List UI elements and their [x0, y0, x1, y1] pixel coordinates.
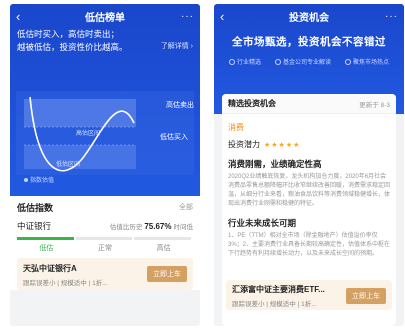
legend-label: 指数估值 [30, 178, 55, 184]
section1-title: 消费刚需，业绩确定性高 [228, 159, 322, 169]
valuation-percent: 75.67% [144, 221, 172, 231]
buy-now-button[interactable]: 立即上车 [147, 266, 187, 282]
rating-stars: ★★★★★ [264, 142, 301, 149]
valuation-level-bar [17, 237, 193, 240]
left-topbar: ‹ 低估榜单 ··· [10, 4, 200, 28]
index-row[interactable]: 中证银行 估值比历史 75.67% 时间低 [17, 218, 193, 234]
right-topbar: ‹ 投资机会 ··· [214, 4, 404, 28]
history-label: 估值比历史 [109, 224, 143, 231]
sell-high-label: 高估卖出 [166, 102, 194, 109]
feature-label: 基金公司专业解读 [282, 60, 331, 66]
feature-list: 行业精选 基金公司专业解读 聚焦市场热点 [214, 57, 404, 66]
level-normal: 正常 [98, 245, 112, 252]
opportunity-card: 精选投资机会 更新于 8-3 消费 投资潜力 ★★★★★ 消费刚需，业绩确定性高 … [222, 94, 396, 326]
more-icon[interactable]: ··· [384, 11, 398, 22]
section2-text: 1、PE（TTM）相对全市场（除金融地产）估值溢价率仅3%；2、主要消费行业具备… [228, 233, 391, 257]
bar-segment-high [134, 237, 192, 240]
level-low: 低估 [39, 245, 54, 252]
feature-label: 行业精选 [236, 60, 261, 66]
hero-line-1: 低估时买入，高估时卖出； [17, 29, 120, 39]
low-valuation-screen: ‹ 低估榜单 ··· 低估时买入，高估时卖出； 越被低估，投资性价比越高。 了解… [10, 4, 200, 326]
fund-card[interactable]: 天弘中证银行A 跟踪误差小 | 规模适中 | 1折... 立即上车 [17, 258, 193, 290]
back-arrow-icon[interactable]: ‹ [16, 9, 30, 24]
bar-segment-low [17, 237, 74, 240]
feature-item: 行业精选 [228, 57, 261, 66]
index-section-title: 低估指数 [17, 202, 54, 213]
buy-low-label: 低估买入 [160, 134, 188, 141]
page-title: 投资机会 [289, 12, 329, 24]
high-zone-label: 高估区间 [76, 131, 101, 137]
sector-tag: 消费 [228, 123, 244, 132]
investment-opportunity-screen: ‹ 投资机会 ··· 全市场甄选，投资机会不容错过 行业精选 基金公司专业解读 … [214, 4, 404, 326]
index-section-head: 低估指数 全部 [17, 196, 193, 218]
feature-icon [274, 59, 281, 66]
low-index-card: 低估指数 全部 中证银行 估值比历史 75.67% 时间低 低估 正常 高估 天… [10, 196, 200, 290]
update-time: 更新于 8-3 [359, 101, 390, 109]
feature-icon [228, 59, 235, 66]
opportunity-title: 精选投资机会 [228, 99, 276, 108]
fund-card[interactable]: 汇添富中证主要消费ETF... 跟踪误差小 | 规模适中 | 1折... 立即上… [226, 280, 392, 310]
low-zone-label: 低估区间 [56, 162, 81, 168]
valuation-cycle-chart: 高估区间 低估区间 高估卖出 低估买入 指数估值 [16, 83, 194, 184]
feature-icon [344, 59, 351, 66]
section1-text: 2020Q2业绩触底恢复，龙头机构加仓力度，2020年6月社会消费品零售总额降幅… [228, 174, 391, 207]
left-header: ‹ 低估榜单 ··· 低估时买入，高估时卖出； 越被低估，投资性价比越高。 了解… [10, 4, 200, 196]
high-zone [24, 99, 136, 127]
index-name: 中证银行 [17, 221, 52, 231]
time-label: 时间低 [173, 224, 194, 231]
all-link[interactable]: 全部 [179, 202, 193, 212]
hero-section: 低估时买入，高估时卖出； 越被低估，投资性价比越高。 了解详情 › 高估区间 低… [10, 28, 200, 196]
more-icon[interactable]: ··· [180, 11, 194, 22]
back-arrow-icon[interactable]: ‹ [220, 9, 234, 24]
fund-name: 汇添富中证主要消费ETF... [232, 285, 325, 294]
feature-item: 聚焦市场热点 [344, 57, 389, 66]
learn-more-link[interactable]: 了解详情 › [161, 41, 193, 51]
buy-now-button[interactable]: 立即上车 [346, 288, 386, 304]
opportunity-card-head: 精选投资机会 更新于 8-3 [222, 94, 396, 114]
section2-title: 行业未来成长可期 [228, 218, 297, 228]
feature-item: 基金公司专业解读 [274, 57, 331, 66]
page-title: 低估榜单 [85, 12, 125, 24]
slogan: 全市场甄选，投资机会不容错过 [232, 36, 386, 48]
chart-legend: 指数估值 [24, 175, 54, 184]
level-high: 高估 [156, 245, 171, 252]
potential-label: 投资潜力 [228, 140, 260, 149]
potential-row: 投资潜力 ★★★★★ [228, 139, 390, 150]
valuation-levels: 低估 正常 高估 [17, 243, 193, 253]
bar-segment-normal [75, 237, 133, 240]
feature-label: 聚焦市场热点 [352, 60, 389, 66]
legend-dot [24, 178, 28, 183]
